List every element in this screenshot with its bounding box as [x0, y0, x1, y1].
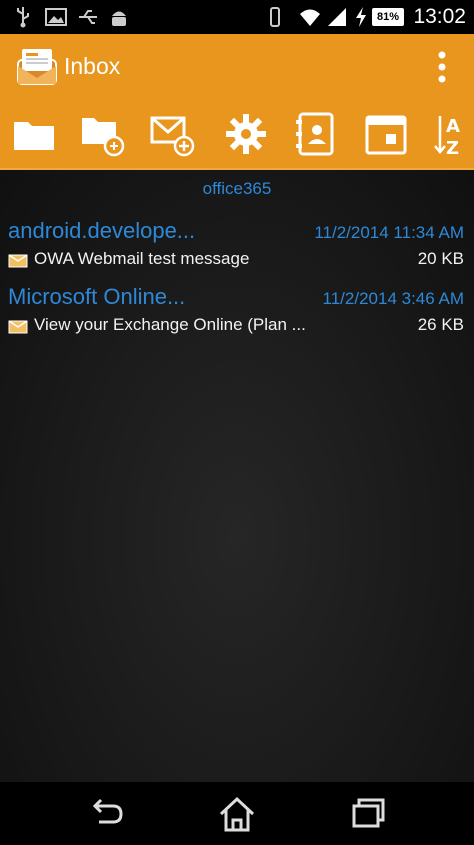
contacts-icon[interactable]: [292, 110, 340, 158]
message-sender: Microsoft Online...: [8, 284, 186, 309]
image-icon: [45, 8, 67, 26]
action-bar: Inbox: [0, 34, 474, 100]
message-list-pane: office365 android.develope... 11/2/2014 …: [0, 170, 474, 782]
back-icon[interactable]: [85, 792, 129, 836]
svg-text:Z: Z: [446, 138, 459, 158]
calendar-icon[interactable]: [362, 110, 410, 158]
message-row[interactable]: android.develope... 11/2/2014 11:34 AM O…: [0, 218, 474, 280]
message-size: 26 KB: [417, 315, 464, 334]
app-logo-icon[interactable]: [16, 46, 58, 88]
usb-debug-icon: [79, 10, 97, 24]
account-label[interactable]: office365: [0, 179, 474, 199]
vibrate-icon: [270, 7, 280, 27]
svg-text:A: A: [446, 116, 460, 137]
usb-icon: [17, 7, 29, 28]
envelope-icon: [8, 320, 28, 334]
charging-icon: [356, 7, 366, 27]
folder-settings-icon[interactable]: [78, 110, 126, 158]
message-sender: android.develope...: [8, 218, 196, 243]
recents-icon[interactable]: [347, 792, 391, 836]
compose-mail-icon[interactable]: [148, 110, 196, 158]
message-subject: View your Exchange Online (Plan ...: [34, 315, 306, 334]
page-title: Inbox: [64, 53, 121, 79]
navigation-bar: [0, 782, 474, 845]
message-row[interactable]: Microsoft Online... 11/2/2014 3:46 AM Vi…: [0, 284, 474, 346]
message-subject: OWA Webmail test message: [34, 249, 250, 268]
clock: 13:02: [413, 5, 466, 28]
wifi-icon: [300, 9, 320, 26]
status-bar: 81% 13:02: [0, 0, 474, 34]
battery-indicator: 81%: [372, 8, 404, 26]
message-size: 20 KB: [417, 249, 464, 268]
folder-icon[interactable]: [10, 110, 58, 158]
sort-az-icon[interactable]: A Z: [432, 110, 474, 158]
envelope-icon: [8, 254, 28, 268]
message-date: 11/2/2014 11:34 AM: [314, 223, 464, 242]
toolbar: A Z: [0, 100, 474, 170]
android-icon: [112, 11, 126, 26]
signal-icon: [328, 8, 346, 26]
home-icon[interactable]: [215, 792, 259, 836]
settings-gear-icon[interactable]: [222, 110, 270, 158]
message-date: 11/2/2014 3:46 AM: [322, 289, 464, 308]
overflow-menu-icon[interactable]: [436, 50, 448, 84]
